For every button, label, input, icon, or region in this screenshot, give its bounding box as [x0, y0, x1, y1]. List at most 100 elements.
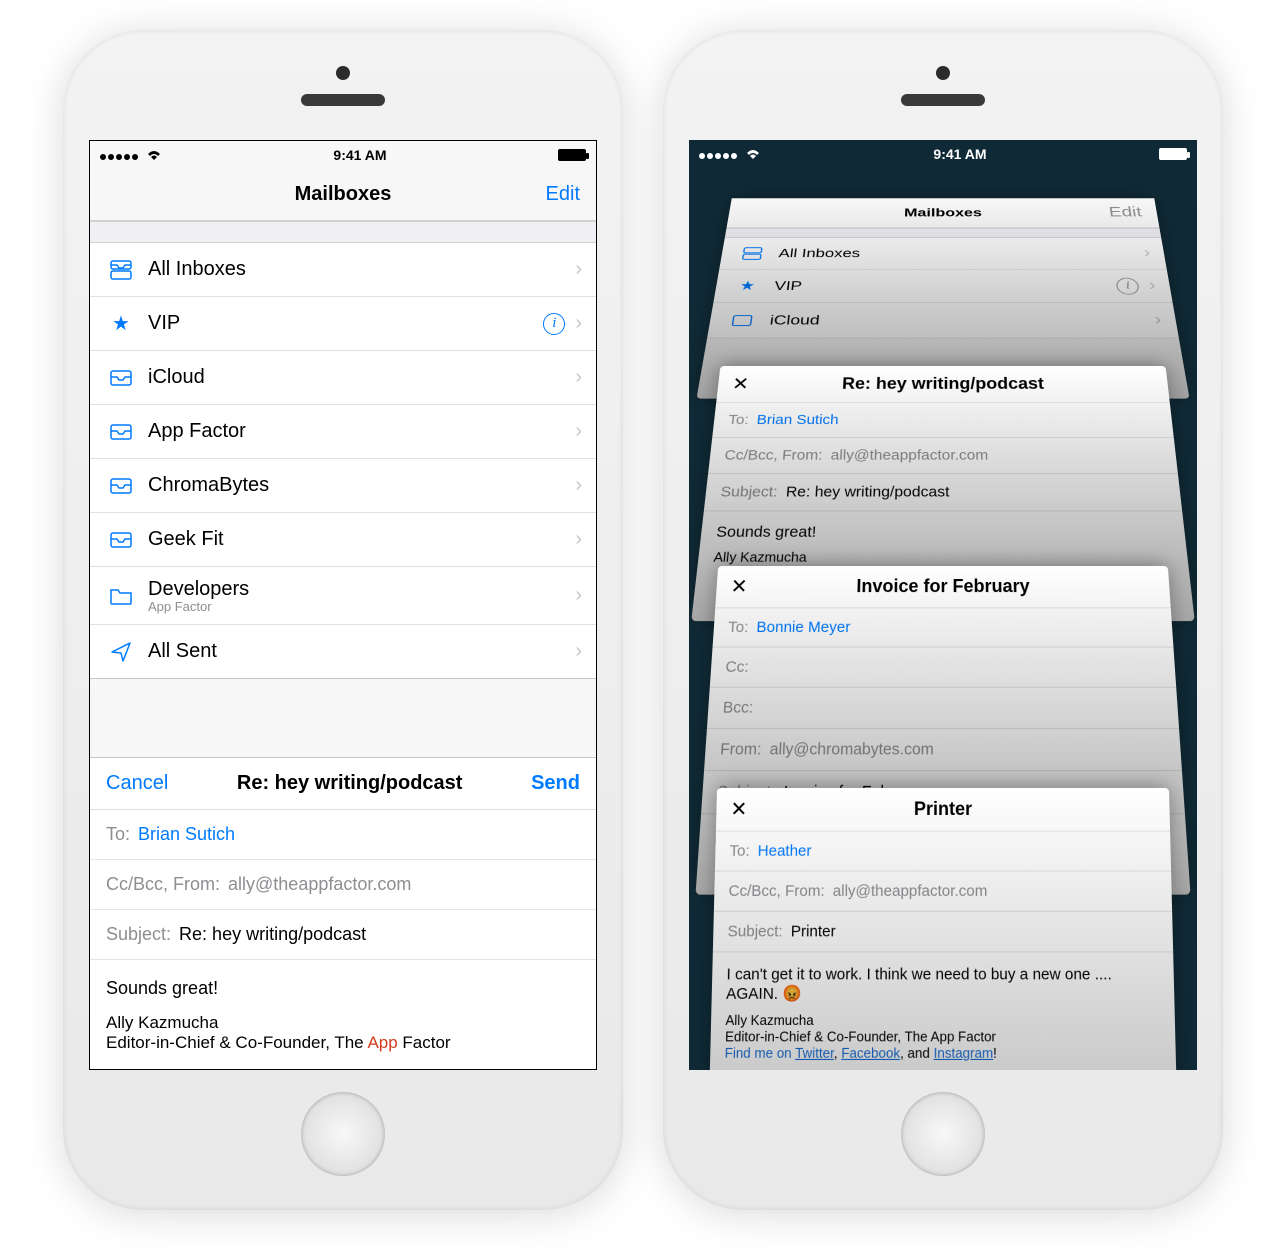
- iphone-device-right: 9:41 AM Mailboxes Edit All Inboxes ›: [663, 30, 1223, 1210]
- body-text[interactable]: Sounds great!: [90, 960, 596, 1007]
- send-button[interactable]: Send: [531, 772, 580, 795]
- star-icon: ★: [104, 311, 138, 336]
- mailbox-label: ChromaBytes: [138, 474, 575, 497]
- inbox-icon: [104, 370, 138, 386]
- inbox-icon: [104, 532, 138, 548]
- status-bar: 9:41 AM: [90, 141, 596, 169]
- draft-card-3[interactable]: ✕ Printer To: Heather Cc/Bcc, From: ally…: [708, 788, 1177, 1070]
- facebook-link[interactable]: Facebook: [841, 1045, 900, 1061]
- mailbox-icloud[interactable]: iCloud ›: [707, 303, 1179, 338]
- draft-header: ✕ Printer: [716, 788, 1170, 832]
- chevron-right-icon: ›: [575, 640, 582, 663]
- mailbox-chromabytes[interactable]: ChromaBytes ›: [90, 459, 596, 513]
- signal-dots-icon: [699, 146, 739, 162]
- send-icon: [104, 641, 138, 663]
- compose-title: Re: hey writing/podcast: [237, 772, 463, 795]
- navbar-title: Mailboxes: [295, 183, 392, 206]
- stack-inbox-icon: [104, 260, 138, 280]
- camera-dot: [336, 66, 350, 80]
- instagram-link[interactable]: Instagram: [934, 1045, 994, 1061]
- info-icon[interactable]: i: [543, 313, 565, 335]
- mailbox-vip[interactable]: ★ VIP i ›: [90, 297, 596, 351]
- chevron-right-icon: ›: [575, 258, 582, 281]
- stack-inbox-icon: [735, 247, 770, 260]
- mailbox-label: VIP: [138, 312, 543, 335]
- to-field[interactable]: To: Brian Sutich: [712, 403, 1174, 438]
- compose-header: Cancel Re: hey writing/podcast Send: [90, 758, 596, 810]
- from-value: ally@theappfactor.com: [228, 874, 411, 895]
- cc-field[interactable]: Cc:: [710, 648, 1177, 688]
- mailbox-all-inboxes[interactable]: All Inboxes ›: [719, 238, 1167, 270]
- edit-button[interactable]: Edit: [546, 183, 580, 206]
- chevron-right-icon: ›: [1142, 245, 1151, 262]
- to-value: Heather: [758, 842, 812, 860]
- navbar-title: Mailboxes: [904, 206, 982, 220]
- body-text: I can't get it to work. I think we need …: [711, 952, 1174, 1007]
- speaker-slot: [901, 94, 985, 106]
- subject-field[interactable]: Subject: Printer: [713, 912, 1173, 953]
- sig-name: Ally Kazmucha: [106, 1013, 580, 1033]
- home-button[interactable]: [301, 1092, 385, 1176]
- subject-value: Re: hey writing/podcast: [179, 924, 366, 945]
- section-gap: [725, 228, 1161, 238]
- status-time: 9:41 AM: [333, 147, 386, 163]
- cancel-button[interactable]: Cancel: [106, 772, 168, 795]
- navbar: Mailboxes Edit: [726, 198, 1159, 228]
- draft-title: Printer: [914, 798, 972, 820]
- camera-dot: [936, 66, 950, 80]
- mailbox-all-sent[interactable]: All Sent ›: [90, 625, 596, 679]
- draft-stack: Mailboxes Edit All Inboxes › ★ VIP i ›: [689, 168, 1197, 1070]
- mailbox-label: iCloud: [138, 366, 575, 389]
- iphone-device-left: 9:41 AM Mailboxes Edit All Inboxes › ★ V…: [63, 30, 623, 1210]
- close-icon[interactable]: ✕: [730, 796, 747, 822]
- mailbox-developers[interactable]: Developers App Factor ›: [90, 567, 596, 625]
- mailbox-label: All Sent: [138, 640, 575, 663]
- star-icon: ★: [729, 278, 765, 293]
- mailbox-label: All Inboxes: [138, 258, 575, 281]
- ccbcc-field[interactable]: Cc/Bcc, From: ally@theappfactor.com: [90, 860, 596, 910]
- twitter-link[interactable]: Twitter: [795, 1045, 834, 1061]
- info-icon[interactable]: i: [1116, 277, 1140, 294]
- chevron-right-icon: ›: [575, 584, 582, 607]
- screen-right: 9:41 AM Mailboxes Edit All Inboxes ›: [689, 140, 1197, 1070]
- to-value: Bonnie Meyer: [756, 619, 851, 637]
- inbox-icon: [724, 315, 761, 326]
- ccbcc-label: Cc/Bcc, From:: [106, 874, 220, 895]
- mailbox-label: Developers App Factor: [138, 578, 575, 614]
- wifi-icon: [745, 148, 761, 160]
- draft-header: ✕ Re: hey writing/podcast: [716, 366, 1170, 403]
- ccbcc-field[interactable]: Cc/Bcc, From: ally@theappfactor.com: [714, 872, 1172, 912]
- mailbox-all-inboxes[interactable]: All Inboxes ›: [90, 243, 596, 297]
- close-icon[interactable]: ✕: [731, 373, 750, 395]
- subject-field[interactable]: Subject: Re: hey writing/podcast: [90, 910, 596, 960]
- chevron-right-icon: ›: [575, 474, 582, 497]
- subject-label: Subject:: [106, 924, 171, 945]
- home-button[interactable]: [901, 1092, 985, 1176]
- mailbox-appfactor[interactable]: App Factor ›: [90, 405, 596, 459]
- ccbcc-field[interactable]: Cc/Bcc, From: ally@theappfactor.com: [708, 438, 1178, 474]
- bcc-field[interactable]: Bcc:: [707, 688, 1179, 729]
- chevron-right-icon: ›: [575, 312, 582, 335]
- folder-icon: [104, 587, 138, 605]
- subject-field[interactable]: Subject: Re: hey writing/podcast: [704, 474, 1182, 511]
- inbox-icon: [104, 424, 138, 440]
- mailbox-geekfit[interactable]: Geek Fit ›: [90, 513, 596, 567]
- signature: Ally Kazmucha Editor-in-Chief & Co-Found…: [710, 1008, 1176, 1070]
- battery-icon: [1159, 148, 1187, 160]
- mailbox-label: iCloud: [759, 312, 1156, 328]
- compose-sheet[interactable]: Cancel Re: hey writing/podcast Send To: …: [90, 757, 596, 1069]
- navbar: Mailboxes Edit: [90, 169, 596, 221]
- to-field[interactable]: To: Bonnie Meyer: [713, 608, 1174, 647]
- mailbox-icloud[interactable]: iCloud ›: [90, 351, 596, 405]
- to-field[interactable]: To: Heather: [715, 832, 1171, 872]
- inbox-icon: [104, 478, 138, 494]
- chevron-right-icon: ›: [1148, 277, 1158, 294]
- mailbox-vip[interactable]: ★ VIP i ›: [713, 270, 1172, 303]
- edit-button[interactable]: Edit: [1108, 205, 1143, 221]
- speaker-slot: [301, 94, 385, 106]
- close-icon[interactable]: ✕: [730, 574, 748, 599]
- screen-left: 9:41 AM Mailboxes Edit All Inboxes › ★ V…: [89, 140, 597, 1070]
- signal-dots-icon: [100, 147, 140, 163]
- to-field[interactable]: To: Brian Sutich: [90, 810, 596, 860]
- from-field[interactable]: From: ally@chromabytes.com: [704, 729, 1182, 771]
